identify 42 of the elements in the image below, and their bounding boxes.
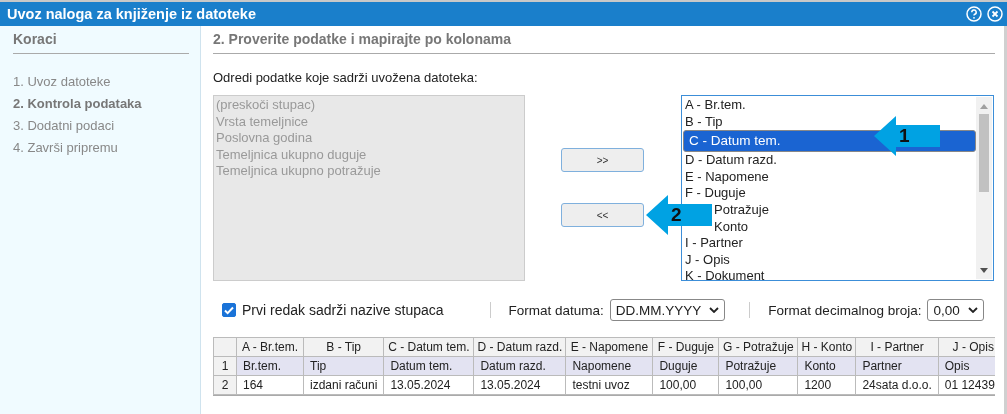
list-option[interactable]: Konto (714, 218, 748, 236)
steps-heading: Koraci (13, 26, 189, 54)
column-header: G - Potražuje (718, 337, 798, 357)
move-left-button[interactable]: << (561, 203, 644, 227)
column-header: B - Tip (303, 337, 384, 357)
step-item[interactable]: 3. Dodatni podaci (13, 115, 189, 137)
chevron-down-icon (709, 307, 720, 313)
list-option[interactable]: D - Datum razd. (685, 152, 777, 169)
list-option[interactable]: Potražuje (714, 201, 769, 219)
list-option[interactable]: A - Br.tem. (685, 97, 746, 114)
move-right-button[interactable]: >> (561, 148, 644, 172)
scrollbar[interactable] (976, 97, 992, 279)
help-icon[interactable] (966, 6, 982, 22)
column-header: E - Napomene (565, 337, 653, 357)
section-heading: 2. Proverite podatke i mapirajte po kolonama (213, 26, 995, 54)
close-icon[interactable] (987, 6, 1003, 22)
header-row-checkbox[interactable]: Prvi redak sadrži nazive stupaca (222, 302, 444, 318)
column-header: F - Duguje (652, 337, 719, 357)
decimal-format-select[interactable]: 0,00 (927, 299, 984, 321)
column-header: H - Konto (797, 337, 856, 357)
scroll-thumb[interactable] (979, 114, 989, 192)
date-format-label: Format datuma: (508, 302, 604, 318)
decimal-format-label: Format decimalnog broja: (768, 302, 922, 318)
chevron-down-icon (967, 307, 978, 313)
column-header: D - Datum razd. (473, 337, 566, 357)
window-title: Uvoz naloga za knjiženje iz datoteke (7, 6, 257, 22)
checkmark-icon (223, 304, 235, 316)
callout-arrow: 1 (874, 116, 940, 156)
list-option[interactable]: B - Tip (685, 113, 723, 131)
list-option[interactable]: E - Napomene (685, 168, 769, 186)
instruction-text: Odredi podatke koje sadrži uvožena datoteka: (213, 70, 479, 85)
scroll-down-icon[interactable] (980, 268, 988, 273)
column-header: J - Opis (938, 337, 995, 357)
list-option[interactable]: J - Opis (685, 251, 730, 269)
column-header: I - Partner (855, 337, 939, 357)
date-format-select[interactable]: DD.MM.YYYY (609, 299, 726, 321)
scroll-up-icon[interactable] (980, 104, 988, 109)
column-header: A - Br.tem. (236, 337, 304, 357)
column-header: C - Datum tem. (383, 337, 474, 357)
list-option[interactable]: I - Partner (685, 235, 743, 252)
step-item[interactable]: 2. Kontrola podataka (13, 93, 189, 115)
corner-cell (213, 337, 237, 357)
